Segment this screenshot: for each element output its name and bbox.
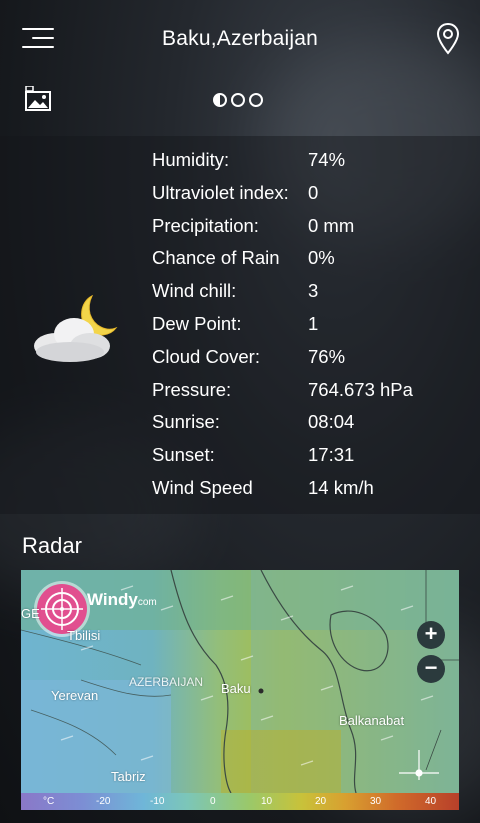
detail-value: 0 mm: [308, 214, 355, 236]
detail-row-pressure: Pressure: 764.673 hPa: [152, 379, 472, 412]
detail-value: 76%: [308, 345, 346, 367]
radar-map[interactable]: Windycom GE Tbilisi Yerevan AZERBAIJAN B…: [21, 570, 459, 810]
city-title[interactable]: Baku,Azerbaijan: [0, 27, 480, 51]
detail-label: Dew Point:: [152, 312, 242, 334]
page-dot[interactable]: [249, 93, 263, 107]
location-pin-icon[interactable]: [436, 22, 460, 56]
detail-row-wind-chill: Wind chill: 3: [152, 280, 472, 313]
page-dot[interactable]: [231, 93, 245, 107]
weather-details: Humidity: 74% Ultraviolet index: 0 Preci…: [152, 149, 472, 510]
detail-value: 764.673 hPa: [308, 378, 413, 400]
map-label-yerevan: Yerevan: [51, 688, 99, 703]
detail-label: Sunrise:: [152, 411, 220, 433]
legend-tick: 40: [425, 796, 437, 807]
wallpaper-image-icon[interactable]: [24, 85, 52, 112]
detail-row-sunrise: Sunrise: 08:04: [152, 411, 472, 444]
detail-row-cloud-cover: Cloud Cover: 76%: [152, 346, 472, 379]
detail-label: Sunset:: [152, 444, 215, 466]
detail-label: Wind Speed: [152, 476, 253, 498]
detail-label: Precipitation:: [152, 214, 259, 236]
legend-tick: 10: [261, 796, 273, 807]
zoom-in-button[interactable]: +: [417, 621, 445, 649]
page-dot-active[interactable]: [213, 93, 227, 107]
detail-value: 74%: [308, 149, 346, 170]
detail-value: 1: [308, 312, 319, 334]
map-label-baku: Baku: [221, 681, 251, 696]
detail-value: 14 km/h: [308, 476, 374, 498]
windy-brand-suffix: com: [137, 597, 157, 608]
detail-row-wind-speed: Wind Speed 14 km/h: [152, 477, 472, 510]
map-label-georgia: GE: [21, 606, 40, 621]
detail-row-humidity: Humidity: 74%: [152, 149, 472, 182]
map-label-balkanabat: Balkanabat: [339, 713, 405, 728]
detail-value: 17:31: [308, 444, 355, 466]
windy-logo-icon[interactable]: [37, 584, 87, 634]
detail-label: Chance of Rain: [152, 247, 280, 269]
app-header: Baku,Azerbaijan: [0, 0, 480, 80]
map-label-tabriz: Tabriz: [111, 769, 146, 784]
detail-row-uv-index: Ultraviolet index: 0: [152, 182, 472, 215]
legend-tick: 30: [370, 796, 382, 807]
detail-label: Cloud Cover:: [152, 345, 260, 367]
legend-tick: 0: [210, 796, 216, 807]
legend-tick: 20: [315, 796, 327, 807]
detail-row-dew-point: Dew Point: 1: [152, 313, 472, 346]
detail-label: Pressure:: [152, 378, 232, 400]
temperature-legend: °C -20 -10 0 10 20 30 40: [21, 793, 459, 810]
detail-label: Wind chill:: [152, 280, 237, 302]
page-indicator: [213, 93, 263, 107]
detail-value: 0: [308, 181, 319, 203]
legend-unit: °C: [43, 796, 55, 807]
detail-label: Humidity:: [152, 149, 230, 170]
windy-brand: Windycom: [87, 590, 157, 610]
radar-section-title: Radar: [22, 533, 82, 558]
partly-cloudy-night-icon: [30, 290, 122, 368]
detail-value: 3: [308, 280, 319, 302]
detail-row-precipitation: Precipitation: 0 mm: [152, 215, 472, 248]
legend-tick: -10: [150, 796, 165, 807]
detail-row-sunset: Sunset: 17:31: [152, 444, 472, 477]
map-label-azerbaijan: AZERBAIJAN: [129, 675, 204, 689]
detail-label: Ultraviolet index:: [152, 181, 289, 203]
detail-value: 08:04: [308, 411, 355, 433]
detail-row-chance-of-rain: Chance of Rain 0%: [152, 247, 472, 280]
zoom-out-button[interactable]: −: [417, 655, 445, 683]
map-label-tbilisi: Tbilisi: [67, 628, 101, 643]
windy-brand-name: Windy: [87, 590, 138, 609]
detail-value: 0%: [308, 247, 335, 269]
legend-tick: -20: [96, 796, 111, 807]
